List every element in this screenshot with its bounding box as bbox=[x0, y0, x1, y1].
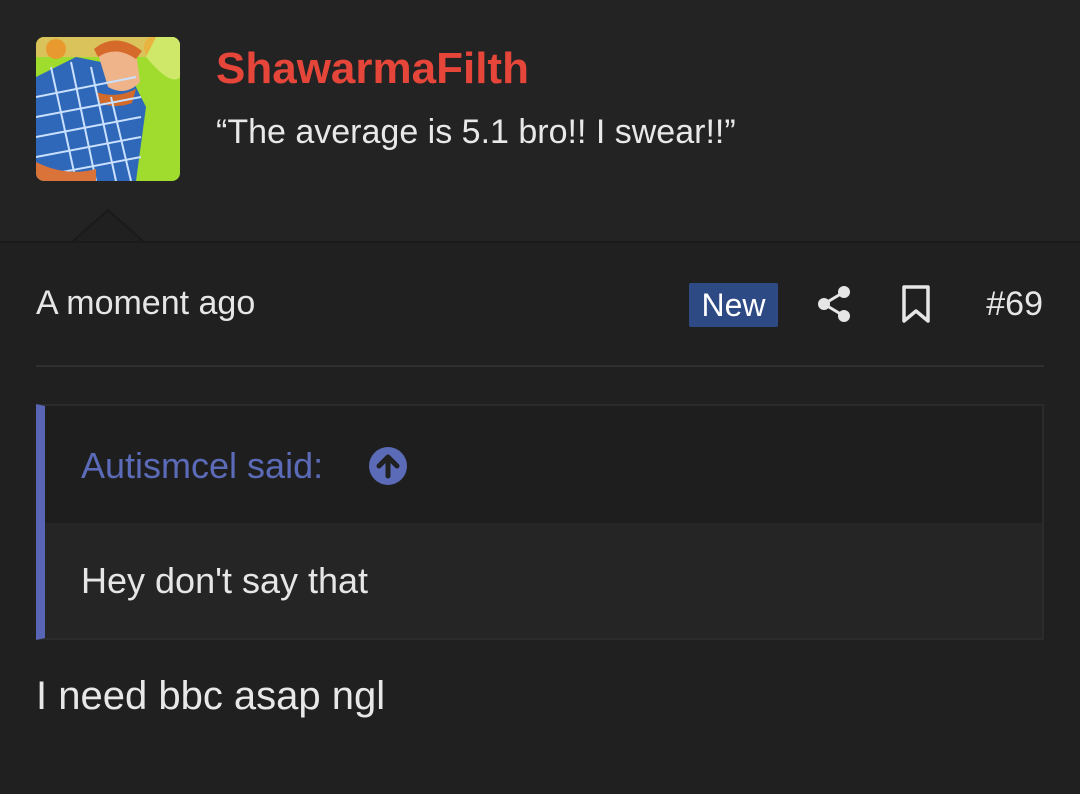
avatar[interactable] bbox=[36, 37, 180, 181]
bookmark-icon[interactable] bbox=[898, 284, 934, 324]
quote-author-link[interactable]: Autismcel said: bbox=[81, 444, 323, 488]
author-pointer-arrow bbox=[72, 208, 144, 243]
post-number-link[interactable]: #69 bbox=[960, 282, 1043, 326]
header-divider bbox=[0, 241, 1080, 243]
share-icon[interactable] bbox=[815, 284, 855, 324]
quote-content: Hey don't say that bbox=[45, 523, 1042, 638]
username[interactable]: ShawarmaFilth bbox=[216, 43, 529, 95]
quote-block: Autismcel said: Hey don't say that bbox=[36, 404, 1044, 640]
post-message: I need bbc asap ngl bbox=[36, 674, 386, 718]
post-timestamp[interactable]: A moment ago bbox=[36, 281, 255, 325]
quote-header: Autismcel said: bbox=[45, 406, 1042, 523]
quote-text: Hey don't say that bbox=[81, 560, 369, 601]
meta-divider bbox=[36, 365, 1044, 367]
arrow-up-circle-icon[interactable] bbox=[368, 446, 408, 486]
post-author-header: ShawarmaFilth “The average is 5.1 bro!! … bbox=[0, 0, 1080, 243]
new-badge: New bbox=[689, 283, 778, 327]
user-title: “The average is 5.1 bro!! I swear!!” bbox=[216, 113, 736, 151]
